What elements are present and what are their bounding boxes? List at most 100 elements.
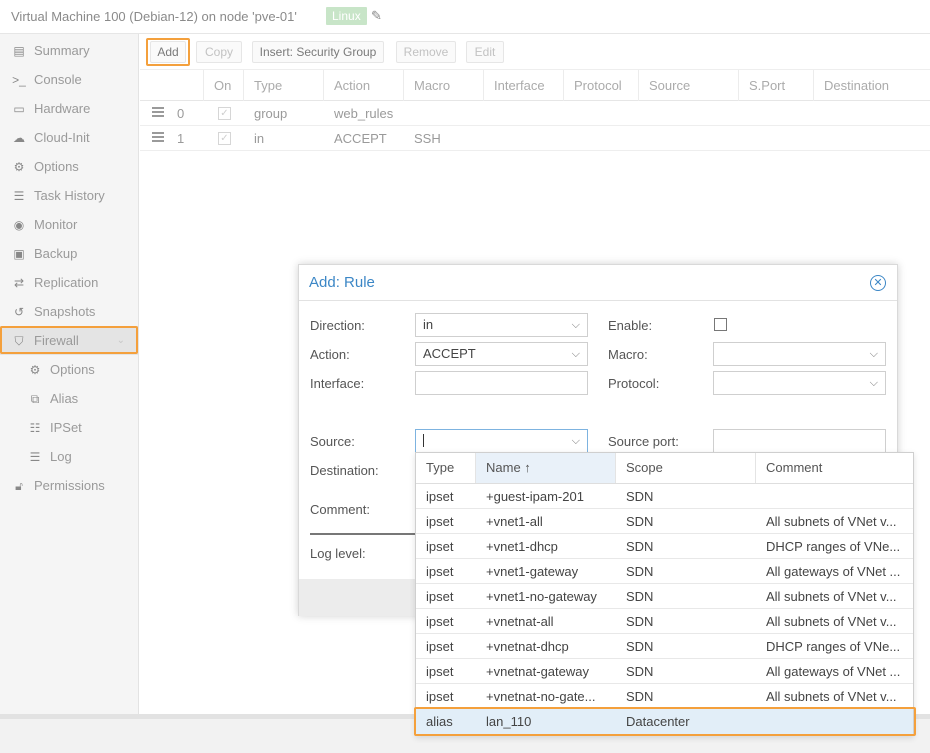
column-header-on[interactable]: On (204, 70, 244, 101)
picker-column-comment[interactable]: Comment (756, 453, 913, 483)
comment-label: Comment: (310, 502, 370, 517)
sidebar-item-permissions[interactable]: 🔓︎ Permissions (0, 471, 139, 500)
sidebar-item-task-history[interactable]: ☰ Task History (0, 181, 139, 210)
section-divider (310, 533, 420, 535)
sidebar-item-alias[interactable]: ⧉ Alias (0, 384, 139, 413)
book-icon: ▤ (13, 44, 25, 58)
sidebar-item-label: Snapshots (34, 304, 96, 319)
gear-icon: ⚙ (13, 160, 25, 174)
sidebar-item-firewall[interactable]: ⛉ Firewall ⌄ (0, 326, 139, 355)
picker-row[interactable]: ipset +vnetnat-no-gate... SDN All subnet… (416, 684, 913, 709)
picker-column-scope[interactable]: Scope (616, 453, 756, 483)
picker-row[interactable]: ipset +vnetnat-all SDN All subnets of VN… (416, 609, 913, 634)
picker-row[interactable]: ipset +vnetnat-gateway SDN All gateways … (416, 659, 913, 684)
row-comment (766, 484, 908, 509)
dialog-title: Add: Rule (309, 274, 375, 291)
column-header-type[interactable]: Type (244, 70, 324, 101)
sidebar-item-label: IPSet (50, 420, 82, 435)
rule-enabled-checkbox[interactable]: ✓ (218, 107, 231, 120)
sidebar-item-console[interactable]: >_ Console (0, 65, 139, 94)
column-header-protocol[interactable]: Protocol (564, 70, 639, 101)
chevron-down-icon[interactable]: ⌄ (117, 326, 125, 355)
picker-row[interactable]: ipset +vnetnat-dhcp SDN DHCP ranges of V… (416, 634, 913, 659)
row-type: ipset (426, 514, 454, 529)
picker-column-type[interactable]: Type (416, 453, 476, 483)
row-scope: Datacenter (626, 714, 690, 729)
chevron-down-icon[interactable]: ⌵ (870, 372, 878, 394)
chevron-down-icon[interactable]: ⌵ (572, 430, 580, 452)
macro-select[interactable]: ⌵ (713, 342, 886, 366)
picker-column-name[interactable]: Name ↑ (476, 453, 616, 483)
close-icon[interactable]: ✕ (870, 275, 886, 291)
picker-row[interactable]: ipset +vnet1-gateway SDN All gateways of… (416, 559, 913, 584)
row-name: +vnetnat-dhcp (486, 639, 569, 654)
row-scope: SDN (626, 664, 654, 679)
protocol-label: Protocol: (608, 376, 660, 391)
picker-row-selected[interactable]: alias lan_110 Datacenter (416, 709, 913, 734)
vm-title: Virtual Machine 100 (Debian-12) on node … (11, 9, 297, 24)
direction-value: in (423, 317, 434, 332)
sidebar-item-snapshots[interactable]: ↺ Snapshots (0, 297, 139, 326)
eye-icon: ◉ (13, 218, 25, 232)
row-type: alias (426, 714, 453, 729)
retweet-icon: ⇄ (13, 276, 25, 290)
source-port-input[interactable] (713, 429, 886, 453)
row-name: +vnetnat-gateway (486, 664, 589, 679)
column-header-source[interactable]: Source (639, 70, 739, 101)
table-row[interactable]: 0 ✓ group web_rules (140, 101, 930, 126)
sidebar-item-ipset[interactable]: ☷ IPSet (0, 413, 139, 442)
terminal-icon: >_ (12, 73, 26, 87)
sidebar-item-summary[interactable]: ▤ Summary (0, 36, 139, 65)
row-comment: DHCP ranges of VNe... (766, 639, 901, 654)
column-header-macro[interactable]: Macro (404, 70, 484, 101)
table-row[interactable]: 1 ✓ in ACCEPT SSH (140, 126, 930, 151)
insert-security-group-button[interactable]: Insert: Security Group (252, 41, 384, 63)
sidebar-item-options[interactable]: ⚙ Options (0, 152, 139, 181)
sidebar-item-label: Log (50, 449, 72, 464)
column-header-interface[interactable]: Interface (484, 70, 564, 101)
picker-row[interactable]: ipset +vnet1-dhcp SDN DHCP ranges of VNe… (416, 534, 913, 559)
sidebar-item-log[interactable]: ☰ Log (0, 442, 139, 471)
vm-tag-badge[interactable]: Linux (326, 7, 367, 25)
sidebar-item-firewall-options[interactable]: ⚙ Options (0, 355, 139, 384)
chevron-down-icon[interactable]: ⌵ (572, 343, 580, 365)
picker-row[interactable]: ipset +vnet1-all SDN All subnets of VNet… (416, 509, 913, 534)
sidebar-item-backup[interactable]: ▣ Backup (0, 239, 139, 268)
row-type: ipset (426, 614, 454, 629)
column-header-action[interactable]: Action (324, 70, 404, 101)
row-name: lan_110 (486, 714, 532, 729)
drag-handle-icon[interactable] (152, 132, 164, 142)
row-name: +vnet1-dhcp (486, 539, 558, 554)
row-type: ipset (426, 639, 454, 654)
column-header-handle (140, 70, 204, 101)
sidebar-item-replication[interactable]: ⇄ Replication (0, 268, 139, 297)
sidebar-item-hardware[interactable]: ▭ Hardware (0, 94, 139, 123)
chevron-down-icon[interactable]: ⌵ (870, 343, 878, 365)
sidebar-item-monitor[interactable]: ◉ Monitor (0, 210, 139, 239)
edit-button[interactable]: Edit (466, 41, 504, 63)
sidebar-item-cloud-init[interactable]: ☁ Cloud-Init (0, 123, 139, 152)
direction-select[interactable]: in ⌵ (415, 313, 588, 337)
row-scope: SDN (626, 589, 654, 604)
add-button[interactable]: Add (150, 41, 186, 63)
source-input[interactable]: ⌵ (415, 429, 588, 453)
row-name: +guest-ipam-201 (486, 489, 584, 504)
rule-enabled-checkbox[interactable]: ✓ (218, 132, 231, 145)
copy-button[interactable]: Copy (196, 41, 242, 63)
picker-header: Type Name ↑ Scope Comment (416, 453, 913, 484)
action-label: Action: (310, 347, 350, 362)
sidebar-item-label: Summary (34, 43, 90, 58)
column-header-sport[interactable]: S.Port (739, 70, 814, 101)
protocol-select[interactable]: ⌵ (713, 371, 886, 395)
picker-row[interactable]: ipset +vnet1-no-gateway SDN All subnets … (416, 584, 913, 609)
action-select[interactable]: ACCEPT ⌵ (415, 342, 588, 366)
interface-input[interactable] (415, 371, 588, 395)
drag-handle-icon[interactable] (152, 107, 164, 117)
enable-checkbox[interactable] (714, 318, 727, 331)
pencil-icon[interactable]: ✎ (371, 8, 382, 24)
remove-button[interactable]: Remove (396, 41, 456, 63)
chevron-down-icon[interactable]: ⌵ (572, 314, 580, 336)
row-comment: All gateways of VNet ... (766, 664, 901, 679)
picker-row[interactable]: ipset +guest-ipam-201 SDN (416, 484, 913, 509)
column-header-destination[interactable]: Destination (814, 70, 930, 101)
